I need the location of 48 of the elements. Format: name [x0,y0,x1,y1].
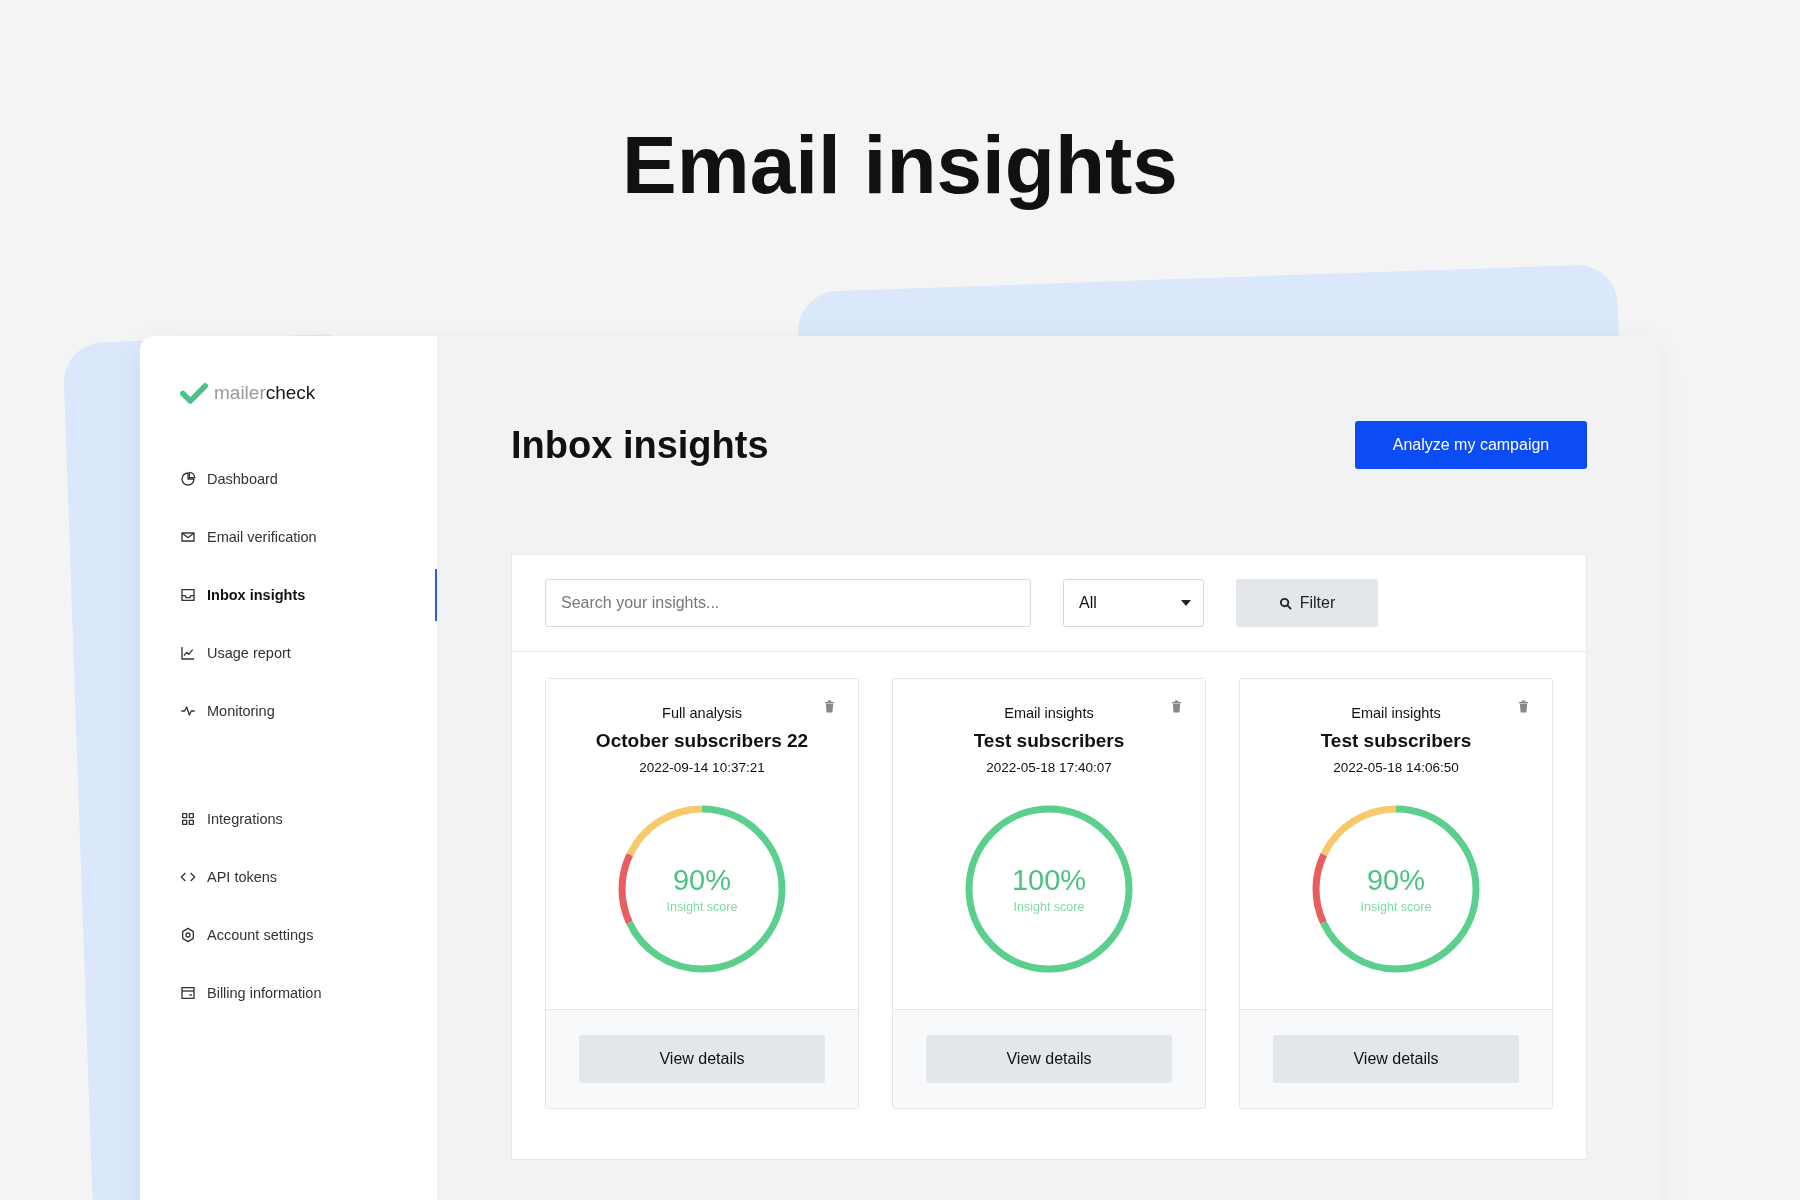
score-value: 100% [1011,864,1087,897]
page-title: Inbox insights [511,423,769,467]
campaign-date: 2022-09-14 10:37:21 [639,760,765,775]
view-details-button[interactable]: View details [1273,1035,1519,1083]
sidebar-nav-item[interactable]: Account settings [180,906,437,964]
sidebar-nav-item[interactable]: Usage report [180,624,437,682]
nav-icon [180,703,196,719]
sidebar-nav-item[interactable]: Integrations [180,790,437,848]
sidebar-nav-item[interactable]: Email verification [180,508,437,566]
score-value: 90% [1366,864,1425,897]
analysis-type: Email insights [1004,705,1094,721]
campaign-name: Test subscribers [973,730,1125,752]
score-value: 90% [672,864,731,897]
trash-icon[interactable] [1171,700,1182,713]
view-details-button[interactable]: View details [926,1035,1172,1083]
nav-icon [180,529,196,545]
sidebar-nav-item[interactable]: Billing information [180,964,437,1022]
sidebar-nav-item[interactable]: API tokens [180,848,437,906]
caret-icon [1181,600,1191,606]
trash-icon[interactable] [824,700,835,713]
filter-button[interactable]: Filter [1236,579,1378,627]
search-icon [1278,596,1292,610]
logo-text: mailercheck [214,382,316,404]
sidebar-nav-item[interactable]: Dashboard [180,450,437,508]
nav-icon [180,811,196,827]
sidebar-nav-item[interactable]: Inbox insights [180,566,437,624]
campaign-date: 2022-05-18 14:06:50 [1333,760,1459,775]
trash-icon[interactable] [1518,700,1529,713]
score-label: Insight score [1360,900,1432,914]
analysis-type: Email insights [1351,705,1441,721]
score-label: Insight score [1013,900,1085,914]
analysis-type: Full analysis [662,705,742,721]
nav-icon [180,471,196,487]
search-field[interactable]: Search your insights... [545,579,1031,627]
score-label: Insight score [666,900,738,914]
campaign-name: October subscribers 22 [595,730,809,752]
sidebar-nav-item[interactable]: Monitoring [180,682,437,740]
page-headline: Email insights [621,118,1179,212]
checkmark-logo-icon [180,382,208,404]
nav-icon [180,645,196,661]
view-details-button[interactable]: View details [579,1035,825,1083]
nav-icon [180,985,196,1001]
campaign-date: 2022-05-18 17:40:07 [986,760,1112,775]
analyze-button[interactable]: Analyze my campaign [1355,421,1587,469]
campaign-name: Test subscribers [1320,730,1472,752]
nav-icon [180,927,196,943]
nav-icon [180,587,196,603]
type-dropdown[interactable]: All [1063,579,1204,627]
